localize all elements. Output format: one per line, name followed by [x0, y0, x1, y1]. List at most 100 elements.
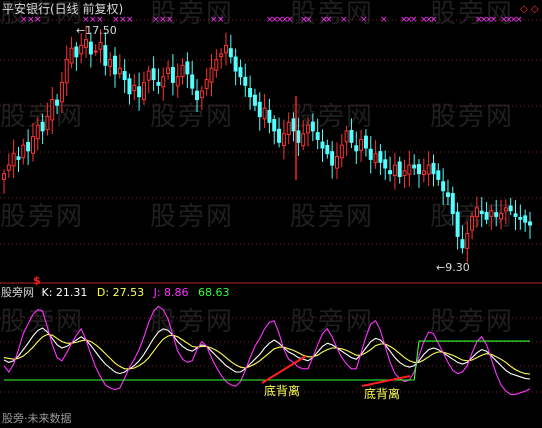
candle-body	[209, 67, 214, 83]
candle-body	[185, 61, 190, 75]
candle-body	[146, 70, 151, 81]
candle-body	[320, 141, 325, 149]
stock-chart: 股旁网 股旁网 股旁网 股旁网股旁网 股旁网 股旁网 股旁网股旁网 股旁网 股旁网股旁网 股旁网股…	[0, 0, 542, 395]
candle-body	[190, 74, 195, 89]
candle-body	[392, 164, 397, 176]
candle-body	[50, 99, 55, 121]
candle-body	[122, 71, 127, 81]
candle-body	[127, 78, 132, 95]
candle-body	[257, 101, 262, 118]
candle-body	[156, 81, 161, 86]
candle-body	[69, 47, 74, 64]
candle-body	[402, 170, 407, 177]
cross-marker: ×	[286, 15, 294, 25]
candle-body	[228, 48, 233, 58]
candle-body	[523, 215, 528, 223]
candle-body	[214, 59, 219, 71]
candle-body	[35, 124, 40, 140]
candle-body	[272, 119, 277, 132]
candle-body	[460, 239, 465, 249]
candle-body	[508, 205, 513, 212]
candle-body	[117, 67, 122, 75]
candle-body	[296, 130, 301, 143]
candle-body	[219, 53, 224, 58]
candle-body	[84, 39, 89, 48]
candle-body	[45, 116, 50, 131]
low-arrow-icon: ←	[436, 261, 446, 274]
indicator-header: 股旁网 K: 21.31 D: 27.53 J: 8.86 68.63	[1, 286, 230, 299]
corner-diamond-icons[interactable]: ◇ ◇	[520, 3, 539, 16]
candle-body	[315, 132, 320, 140]
candle-body	[141, 81, 146, 100]
cross-marker: ×	[410, 15, 418, 25]
candle-body	[262, 107, 267, 120]
candle-body	[334, 156, 339, 169]
candle-body	[108, 59, 113, 67]
candle-body	[238, 67, 243, 78]
candle-body	[132, 84, 137, 92]
chart-title: 平安银行(日线 前复权)	[2, 2, 124, 16]
candle-body	[494, 212, 499, 217]
indicator-name: 股旁网	[1, 286, 34, 299]
candle-body	[64, 59, 69, 84]
candle-body	[79, 44, 84, 55]
candle-body	[528, 221, 532, 226]
candle-body	[373, 153, 378, 163]
candle-body	[277, 128, 282, 143]
candle-body	[354, 145, 359, 152]
candle-body	[325, 145, 330, 155]
candle-body	[397, 161, 402, 178]
candle-body	[267, 109, 272, 123]
watermark-text: 股旁网	[430, 307, 514, 337]
candle-body	[166, 67, 171, 74]
candle-body	[378, 151, 383, 163]
cross-marker: ×	[430, 15, 438, 25]
cross-marker: ×	[380, 15, 388, 25]
candle-body	[431, 162, 436, 175]
candle-body	[151, 68, 156, 81]
candle-body	[368, 148, 373, 160]
candle-body	[417, 164, 422, 175]
candle-body	[204, 79, 209, 89]
watermark-text: 股旁网	[150, 307, 234, 337]
divergence-arrow-1	[261, 355, 307, 384]
cross-marker: ×	[126, 15, 134, 25]
candle-body	[223, 44, 228, 54]
candle-body	[243, 76, 248, 86]
candle-body	[436, 170, 441, 180]
candle-body	[412, 164, 417, 169]
candle-body	[55, 99, 60, 106]
candle-body	[421, 170, 426, 175]
candle-body	[233, 56, 238, 72]
divergence-label-1: 底背离	[264, 384, 301, 398]
extra-value: 68.63	[198, 286, 230, 299]
k-value: K: 21.31	[41, 286, 88, 299]
candle-body	[11, 153, 16, 167]
candle-body	[450, 193, 455, 215]
cross-marker: ×	[34, 15, 42, 25]
candle-body	[2, 173, 6, 180]
watermark-text: 股旁网	[0, 202, 84, 232]
candle-body	[455, 211, 460, 237]
cross-marker: ×	[325, 15, 333, 25]
candle-body	[441, 181, 446, 192]
cross-marker: ×	[305, 15, 313, 25]
candle-body	[330, 151, 335, 166]
cross-marker: ×	[515, 15, 523, 25]
candle-body	[499, 213, 504, 220]
divergence-label-2: 底背离	[364, 387, 401, 401]
candle-body	[301, 133, 306, 147]
candle-body	[180, 64, 185, 77]
candle-body	[195, 90, 200, 101]
candle-body	[170, 67, 175, 83]
watermark-text: 股旁网	[290, 307, 374, 337]
cross-marker: ×	[217, 15, 225, 25]
candle-body	[518, 216, 523, 220]
candle-body	[175, 76, 180, 87]
candle-body	[30, 136, 35, 154]
low-price-label: ←9.30	[436, 261, 470, 274]
candle-body	[310, 121, 315, 132]
candle-body	[388, 170, 393, 175]
candle-body	[445, 192, 450, 197]
candle-body	[344, 130, 349, 143]
